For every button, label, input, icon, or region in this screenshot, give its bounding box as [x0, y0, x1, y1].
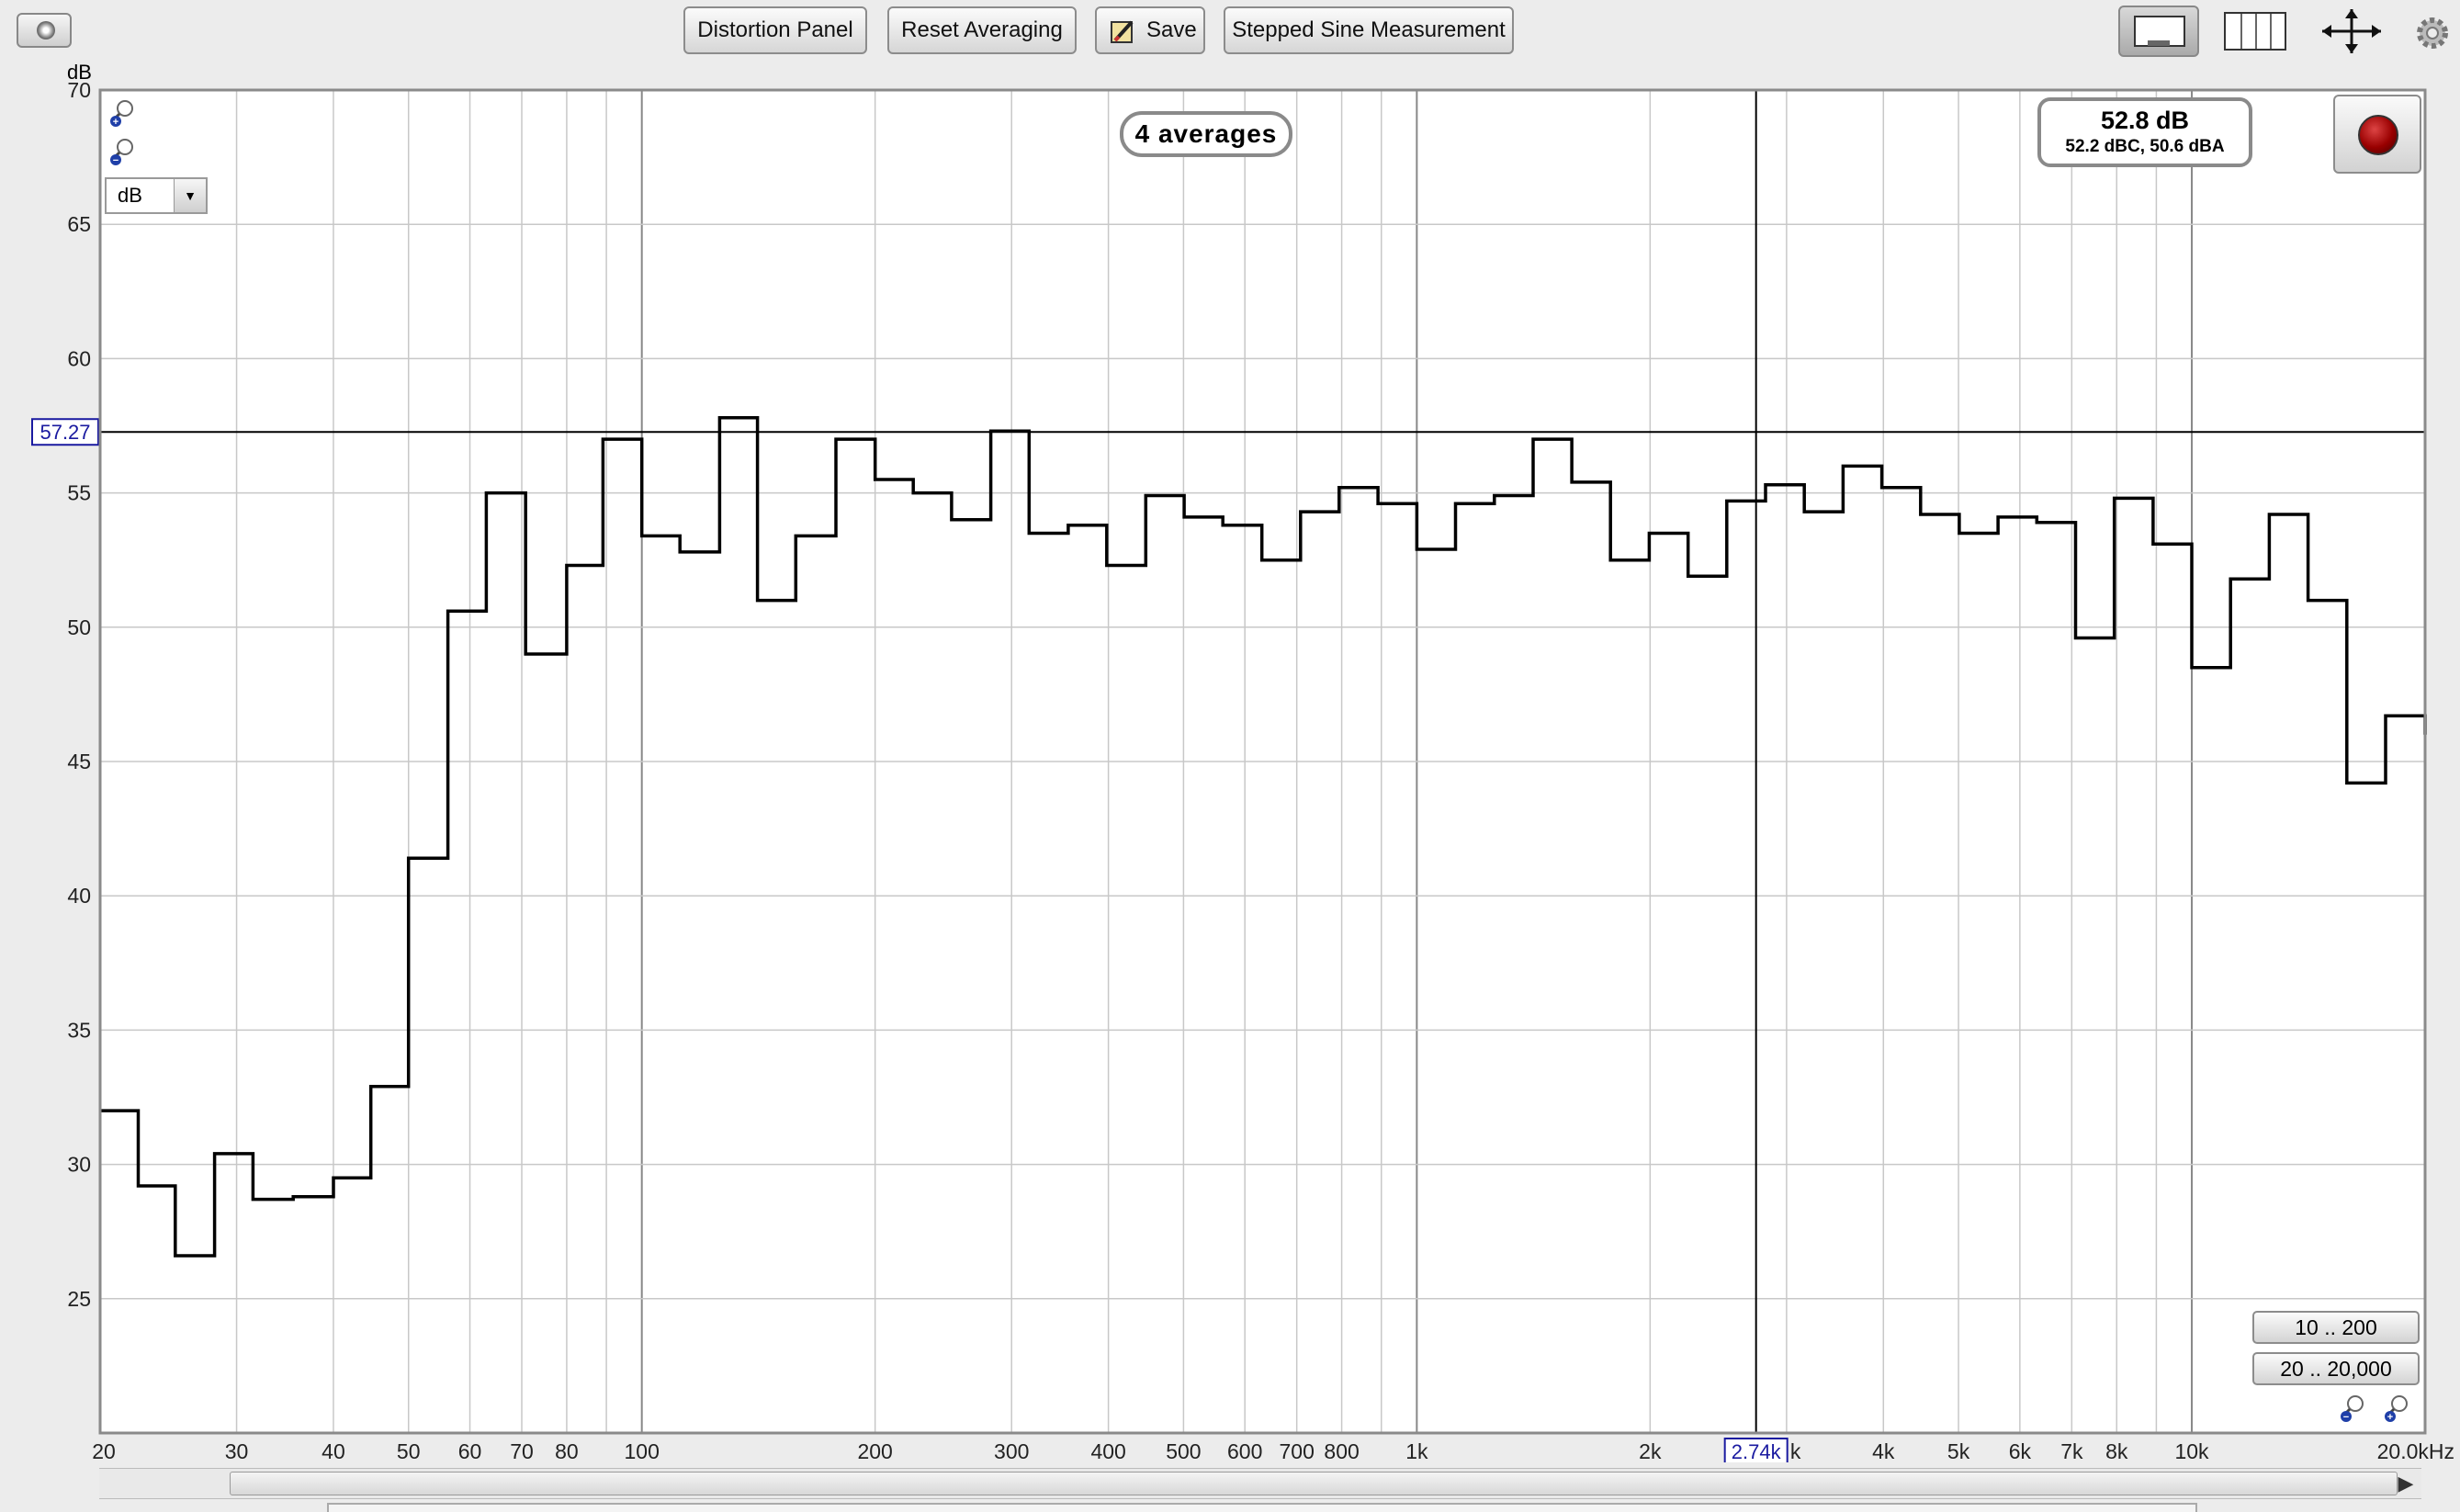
x-tick-label: 20.0kHz [2377, 1439, 2454, 1462]
y-tick-label: 35 [67, 1018, 91, 1042]
zoom-in-icon[interactable]: + [107, 97, 138, 129]
camera-icon[interactable] [17, 13, 72, 48]
x-tick-label: 700 [1279, 1439, 1314, 1462]
save-icon [1111, 20, 1134, 43]
multi-graph-view-button[interactable] [2221, 6, 2289, 57]
cursor-y-label: 57.27 [39, 421, 90, 444]
unit-select-value: dB [118, 184, 142, 207]
y-tick-label: 65 [67, 212, 91, 236]
x-tick-label: 400 [1090, 1439, 1125, 1462]
fit-axes-button[interactable] [2319, 6, 2385, 57]
svg-text:+: + [113, 117, 118, 128]
spl-readout-weighted: 52.2 dBC, 50.6 dBA [2065, 137, 2225, 156]
averages-badge: 4 averages [1120, 111, 1292, 157]
x-tick-label: 20 [92, 1439, 116, 1462]
x-tick-label: 200 [857, 1439, 892, 1462]
scrollbar-thumb[interactable] [230, 1472, 2398, 1495]
single-view-icon [2134, 16, 2185, 47]
x-tick-label: 8k [2105, 1439, 2128, 1462]
stepped-sine-measurement-button[interactable]: Stepped Sine Measurement [1224, 6, 1514, 54]
distortion-panel-button[interactable]: Distortion Panel [683, 6, 867, 54]
spl-readout: 52.8 dB 52.2 dBC, 50.6 dBA [2037, 97, 2252, 167]
zoom-out-icon[interactable]: − [107, 136, 138, 167]
x-tick-label: 800 [1324, 1439, 1359, 1462]
y-tick-label: 30 [67, 1153, 91, 1177]
x-tick-label: 500 [1166, 1439, 1201, 1462]
reset-averaging-button[interactable]: Reset Averaging [887, 6, 1077, 54]
single-graph-view-button[interactable] [2118, 6, 2199, 57]
save-label: Save [1146, 17, 1197, 42]
record-icon [2358, 115, 2398, 155]
cursor-x-label: 2.74k [1732, 1440, 1782, 1462]
y-axis-label: dB [67, 61, 92, 84]
scroll-right-arrow[interactable]: ▶ [2390, 1468, 2421, 1499]
gear-icon [2417, 17, 2448, 49]
x-tick-label: 1k [1405, 1439, 1428, 1462]
x-tick-label: 7k [2060, 1439, 2083, 1462]
range-20-20000-button[interactable]: 20 .. 20,000 [2252, 1352, 2420, 1385]
record-button[interactable] [2333, 95, 2421, 174]
y-tick-label: 55 [67, 481, 91, 505]
x-tick-label: 30 [225, 1439, 249, 1462]
range-10-200-button[interactable]: 10 .. 200 [2252, 1311, 2420, 1344]
toolbar: Distortion Panel Reset Averaging Save St… [0, 0, 2460, 62]
y-tick-label: 60 [67, 346, 91, 370]
x-tick-label: 4k [1872, 1439, 1895, 1462]
y-tick-label: 50 [67, 615, 91, 639]
frequency-response-chart[interactable]: 20 30 40 50 60 70 80 100 200 300 400 500 600 700 800 1k… [0, 55, 2460, 1462]
chevron-down-icon[interactable]: ▼ [174, 179, 206, 212]
svg-text:−: − [2343, 1412, 2349, 1423]
multi-view-icon [2224, 12, 2286, 51]
x-tick-label: 600 [1227, 1439, 1262, 1462]
x-tick-label: 6k [2009, 1439, 2032, 1462]
x-tick-label: 50 [397, 1439, 421, 1462]
x-tick-label: 70 [510, 1439, 534, 1462]
y-tick-label: 25 [67, 1287, 91, 1311]
x-tick-label: 2k [1639, 1439, 1662, 1462]
spl-readout-main: 52.8 dB [2100, 107, 2190, 134]
svg-text:+: + [2387, 1412, 2393, 1423]
unit-select[interactable]: dB ▼ [105, 177, 208, 214]
x-tick-label: 40 [322, 1439, 345, 1462]
horizontal-scrollbar[interactable] [99, 1468, 2421, 1499]
x-zoom-out-icon[interactable]: − [2337, 1393, 2368, 1424]
svg-text:−: − [113, 155, 118, 166]
bottom-panel-edge [327, 1503, 2197, 1512]
save-button[interactable]: Save [1095, 6, 1205, 54]
x-tick-label: 100 [625, 1439, 660, 1462]
x-tick-label: 60 [458, 1439, 482, 1462]
x-tick-label: 10k [2174, 1439, 2209, 1462]
x-tick-label: 300 [994, 1439, 1029, 1462]
x-tick-label: 80 [555, 1439, 579, 1462]
y-tick-label: 45 [67, 750, 91, 773]
x-tick-label: k [1790, 1439, 1801, 1462]
expand-arrows-icon [2322, 9, 2381, 53]
y-axis-ticks: 25303540455055606570 [67, 78, 91, 1311]
x-axis-ticks: 20 30 40 50 60 70 80 100 200 300 400 500 600 700 800 1k… [92, 1439, 2454, 1462]
settings-button[interactable] [2412, 6, 2449, 57]
x-tick-label: 5k [1947, 1439, 1970, 1462]
y-tick-label: 40 [67, 884, 91, 908]
x-zoom-in-icon[interactable]: + [2381, 1393, 2412, 1424]
